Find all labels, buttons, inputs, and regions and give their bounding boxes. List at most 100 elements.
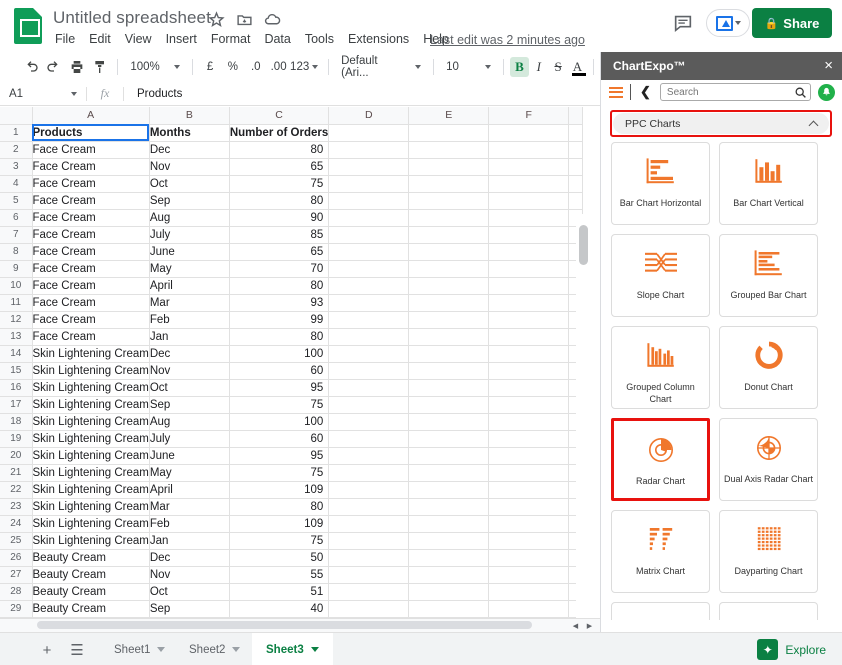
row-header-19[interactable]: 19 xyxy=(0,429,33,448)
cell-b16[interactable]: Oct xyxy=(148,378,230,397)
cell-b21[interactable]: May xyxy=(148,463,230,482)
row-header-22[interactable]: 22 xyxy=(0,480,33,499)
cell-c17[interactable]: 75 xyxy=(228,395,330,414)
chart-tile-bar-chart-vertical[interactable]: Bar Chart Vertical xyxy=(719,142,818,225)
vertical-scrollbar-thumb[interactable] xyxy=(579,225,588,265)
cell-b23[interactable]: Mar xyxy=(148,497,230,516)
select-all-corner[interactable] xyxy=(0,107,33,125)
cell-c20[interactable]: 95 xyxy=(228,446,330,465)
horizontal-scrollbar-thumb[interactable] xyxy=(37,621,532,629)
column-header-c[interactable]: C xyxy=(228,107,330,125)
cell-f24[interactable] xyxy=(488,514,570,533)
row-header-26[interactable]: 26 xyxy=(0,548,33,567)
text-color-button[interactable]: A xyxy=(568,57,587,77)
cell-d4[interactable] xyxy=(328,174,410,193)
cell-d10[interactable] xyxy=(328,276,410,295)
cell-b17[interactable]: Sep xyxy=(148,395,230,414)
cell-d9[interactable] xyxy=(328,259,410,278)
cell-c11[interactable]: 93 xyxy=(228,293,330,312)
cell-c27[interactable]: 55 xyxy=(228,565,330,584)
cell-d15[interactable] xyxy=(328,361,410,380)
cell-e14[interactable] xyxy=(408,344,490,363)
row-header-13[interactable]: 13 xyxy=(0,327,33,346)
cell-f10[interactable] xyxy=(488,276,570,295)
cell-d17[interactable] xyxy=(328,395,410,414)
cell-a22[interactable]: Skin Lightening Cream xyxy=(31,480,150,499)
cell-e21[interactable] xyxy=(408,463,490,482)
cell-a25[interactable]: Skin Lightening Cream xyxy=(31,531,150,550)
cell-d6[interactable] xyxy=(328,208,410,227)
row-header-1[interactable]: 1 xyxy=(0,123,33,142)
cell-e9[interactable] xyxy=(408,259,490,278)
cell-c18[interactable]: 100 xyxy=(228,412,330,431)
cell-f13[interactable] xyxy=(488,327,570,346)
star-icon[interactable] xyxy=(208,11,225,28)
cell-a27[interactable]: Beauty Cream xyxy=(31,565,150,584)
menu-tools[interactable]: Tools xyxy=(305,32,334,46)
chart-tile-dual-axis-radar-chart[interactable]: Dual Axis Radar Chart xyxy=(719,418,818,501)
cell-a1[interactable]: Products xyxy=(31,123,150,142)
cell-b4[interactable]: Oct xyxy=(148,174,230,193)
cell-b18[interactable]: Aug xyxy=(148,412,230,431)
cell-d1[interactable] xyxy=(328,123,410,142)
cell-e5[interactable] xyxy=(408,191,490,210)
sheet-tab-sheet3[interactable]: Sheet3 xyxy=(252,633,333,665)
cell-d29[interactable] xyxy=(328,599,410,618)
cell-c7[interactable]: 85 xyxy=(228,225,330,244)
cell-d8[interactable] xyxy=(328,242,410,261)
row-header-7[interactable]: 7 xyxy=(0,225,33,244)
cell-e13[interactable] xyxy=(408,327,490,346)
cell-d11[interactable] xyxy=(328,293,410,312)
cell-c2[interactable]: 80 xyxy=(228,140,330,159)
cell-d3[interactable] xyxy=(328,157,410,176)
cell-f3[interactable] xyxy=(488,157,570,176)
search-icon[interactable] xyxy=(794,86,807,104)
cell-f21[interactable] xyxy=(488,463,570,482)
cell-b24[interactable]: Feb xyxy=(148,514,230,533)
comment-icon[interactable] xyxy=(672,12,694,34)
sheet-tab-sheet2[interactable]: Sheet2 xyxy=(175,633,254,665)
name-box[interactable]: A1 xyxy=(0,88,86,100)
row-header-17[interactable]: 17 xyxy=(0,395,33,414)
cell-a18[interactable]: Skin Lightening Cream xyxy=(31,412,150,431)
chevron-down-icon[interactable] xyxy=(310,647,319,652)
chart-tile-bid-chart[interactable]: Bid Chart xyxy=(611,602,710,620)
cell-b2[interactable]: Dec xyxy=(148,140,230,159)
row-header-12[interactable]: 12 xyxy=(0,310,33,329)
document-title[interactable]: Untitled spreadsheet xyxy=(53,8,211,28)
chart-tile-matrix-chart[interactable]: Matrix Chart xyxy=(611,510,710,593)
chart-tile-donut-chart[interactable]: Donut Chart xyxy=(719,326,818,409)
cell-d24[interactable] xyxy=(328,514,410,533)
cell-b5[interactable]: Sep xyxy=(148,191,230,210)
cell-f15[interactable] xyxy=(488,361,570,380)
cell-c15[interactable]: 60 xyxy=(228,361,330,380)
cell-f27[interactable] xyxy=(488,565,570,584)
column-header-d[interactable]: D xyxy=(328,107,410,125)
row-header-14[interactable]: 14 xyxy=(0,344,33,363)
cell-d28[interactable] xyxy=(328,582,410,601)
cell-f26[interactable] xyxy=(488,548,570,567)
cell-e22[interactable] xyxy=(408,480,490,499)
cell-b9[interactable]: May xyxy=(148,259,230,278)
cell-a8[interactable]: Face Cream xyxy=(31,242,150,261)
paint-format-icon[interactable] xyxy=(89,55,112,79)
cell-a11[interactable]: Face Cream xyxy=(31,293,150,312)
cell-a4[interactable]: Face Cream xyxy=(31,174,150,193)
cell-a28[interactable]: Beauty Cream xyxy=(31,582,150,601)
cell-a15[interactable]: Skin Lightening Cream xyxy=(31,361,150,380)
cell-c26[interactable]: 50 xyxy=(228,548,330,567)
cell-f4[interactable] xyxy=(488,174,570,193)
cell-b25[interactable]: Jan xyxy=(148,531,230,550)
cell-e8[interactable] xyxy=(408,242,490,261)
redo-icon[interactable] xyxy=(43,55,66,79)
menu-insert[interactable]: Insert xyxy=(166,32,197,46)
cell-f1[interactable] xyxy=(488,123,570,142)
cell-a12[interactable]: Face Cream xyxy=(31,310,150,329)
cell-c24[interactable]: 109 xyxy=(228,514,330,533)
cell-e7[interactable] xyxy=(408,225,490,244)
chevron-up-icon[interactable] xyxy=(808,120,819,130)
column-header-b[interactable]: B xyxy=(148,107,230,125)
cell-c1[interactable]: Number of Orders xyxy=(228,123,330,142)
formula-input[interactable]: Products xyxy=(124,88,182,100)
explore-button[interactable]: ✦ Explore xyxy=(757,639,826,660)
